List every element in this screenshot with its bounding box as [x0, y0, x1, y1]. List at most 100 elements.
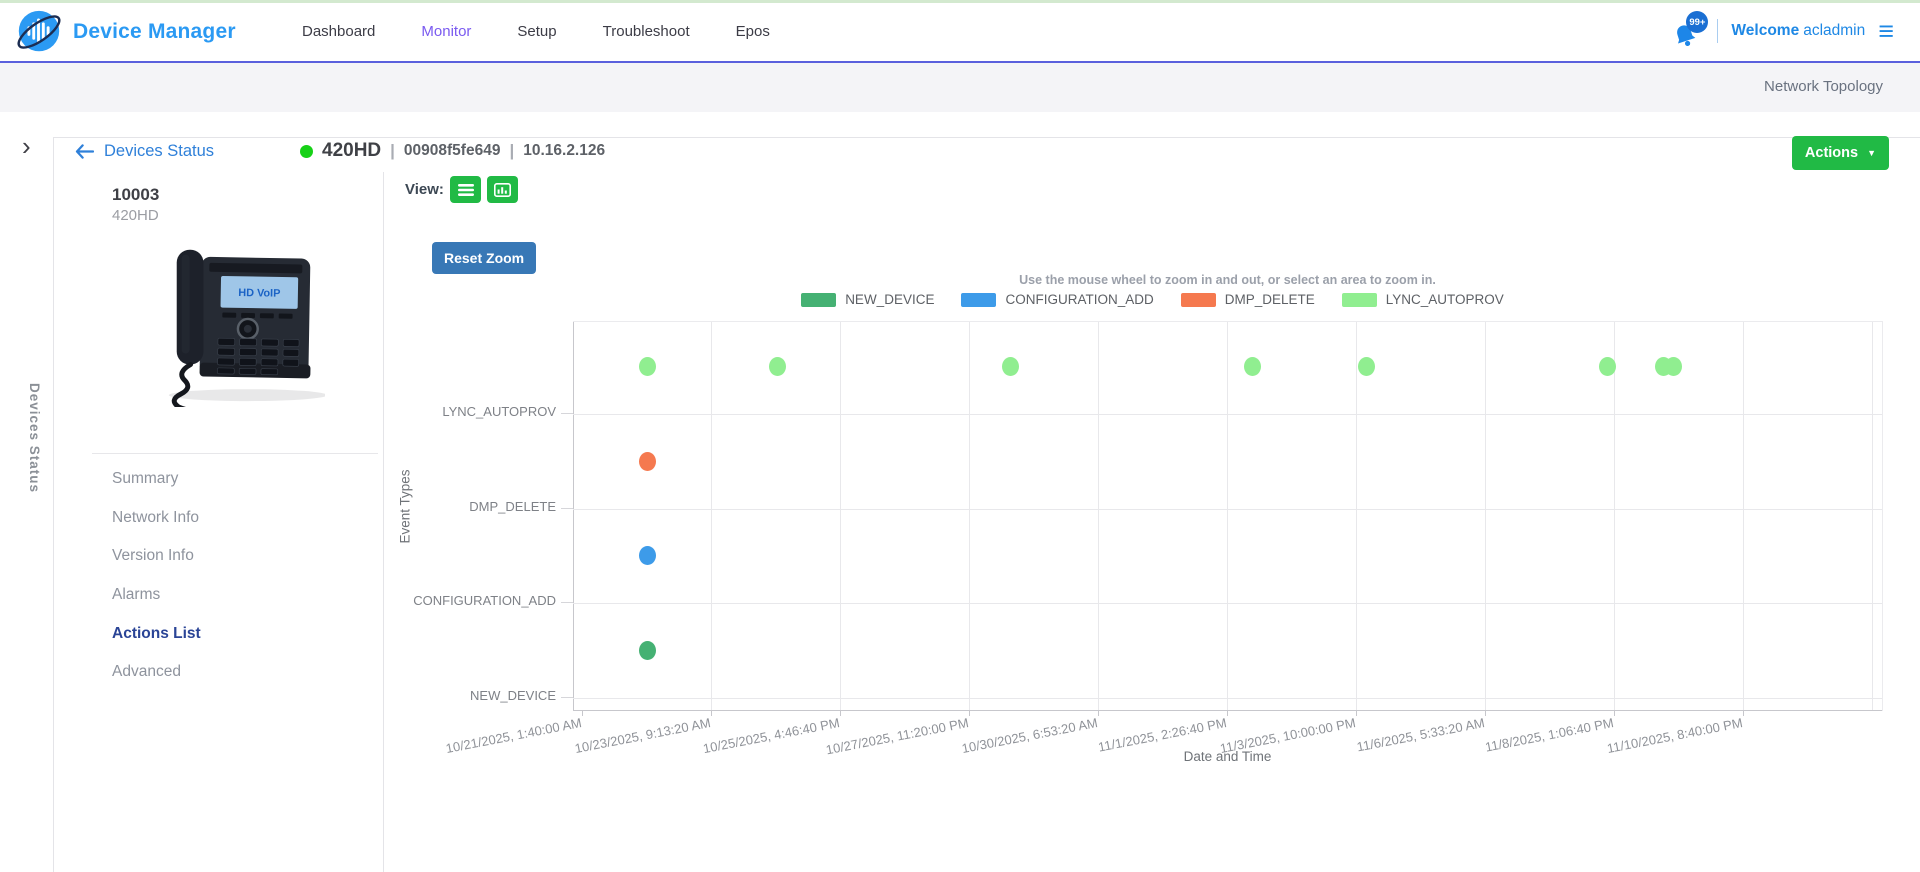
y-tick-mark — [561, 508, 573, 509]
x-tick-label: 11/10/2025, 8:40:00 PM — [1515, 715, 1744, 774]
nav-item-dashboard[interactable]: Dashboard — [302, 23, 375, 40]
legend-label: NEW_DEVICE — [845, 292, 934, 307]
menu-item-network-info[interactable]: Network Info — [112, 509, 199, 527]
nav-divider — [1717, 19, 1718, 43]
data-point-new_device[interactable] — [639, 641, 656, 660]
x-tick-label: 10/25/2025, 4:46:40 PM — [612, 715, 841, 774]
user-menu[interactable]: Welcomeacladmin — [1731, 22, 1865, 40]
brand[interactable]: Device Manager — [14, 7, 236, 57]
x-tick-label: 10/30/2025, 6:53:20 AM — [870, 715, 1099, 774]
notification-count-badge: 99+ — [1686, 11, 1708, 33]
vertical-gridline — [1356, 322, 1357, 710]
x-tick-label: 11/3/2025, 10:00:00 PM — [1128, 715, 1357, 774]
nav-item-troubleshoot[interactable]: Troubleshoot — [603, 23, 690, 40]
view-list-button[interactable] — [450, 176, 481, 203]
navbar: Device Manager Dashboard Monitor Setup T… — [0, 3, 1920, 63]
legend-label: LYNC_AUTOPROV — [1386, 292, 1504, 307]
title-separator: | — [390, 141, 395, 161]
nav-item-epos[interactable]: Epos — [736, 23, 770, 40]
x-tick-label: 11/6/2025, 5:33:20 AM — [1257, 715, 1486, 774]
x-tick-mark — [1485, 711, 1486, 716]
list-view-icon — [458, 183, 474, 197]
device-ip: 10.16.2.126 — [523, 142, 605, 160]
back-to-devices-status-link[interactable]: Devices Status — [75, 142, 214, 161]
reset-zoom-button[interactable]: Reset Zoom — [432, 242, 536, 274]
welcome-label: Welcome — [1731, 22, 1799, 39]
device-photo: HD VoIP — [160, 224, 325, 407]
nav-right-cluster: 99+ Welcomeacladmin ≡ — [1672, 3, 1894, 59]
device-model: 420HD — [112, 207, 159, 224]
brand-name: Device Manager — [73, 20, 236, 44]
data-point-lync_autoprov[interactable] — [1665, 357, 1682, 376]
horizontal-gridline — [573, 509, 1882, 510]
x-tick-mark — [969, 711, 970, 716]
vertical-gridline — [1614, 322, 1615, 710]
x-tick-mark — [1227, 711, 1228, 716]
data-point-lync_autoprov[interactable] — [769, 357, 786, 376]
x-tick-mark — [582, 711, 583, 716]
y-tick-mark — [561, 413, 573, 414]
legend-item[interactable]: LYNC_AUTOPROV — [1342, 292, 1504, 307]
menu-item-alarms[interactable]: Alarms — [112, 586, 160, 604]
nav-links: Dashboard Monitor Setup Troubleshoot Epo… — [302, 3, 770, 59]
data-point-lync_autoprov[interactable] — [1599, 357, 1616, 376]
view-chart-button[interactable] — [487, 176, 518, 203]
legend-item[interactable]: CONFIGURATION_ADD — [961, 292, 1153, 307]
plot-area[interactable] — [573, 321, 1883, 711]
x-tick-label: 11/8/2025, 1:06:40 PM — [1386, 715, 1615, 774]
data-point-lync_autoprov[interactable] — [1002, 357, 1019, 376]
view-label: View: — [405, 181, 444, 198]
content-top-border — [53, 137, 1920, 138]
legend-swatch — [1342, 293, 1377, 307]
menu-item-actions-list[interactable]: Actions List — [112, 625, 201, 643]
username: acladmin — [1803, 22, 1865, 39]
actions-button-label: Actions — [1805, 145, 1858, 161]
menu-item-summary[interactable]: Summary — [112, 470, 178, 488]
x-tick-mark — [1356, 711, 1357, 716]
menu-item-advanced[interactable]: Advanced — [112, 663, 181, 681]
caret-down-icon: ▼ — [1867, 149, 1876, 158]
hamburger-menu-icon[interactable]: ≡ — [1878, 18, 1894, 45]
device-id: 10003 — [112, 185, 159, 205]
panel-divider — [92, 453, 378, 454]
phone-screen-text: HD VoIP — [238, 287, 280, 300]
x-tick-label: 10/23/2025, 9:13:20 AM — [483, 715, 712, 774]
legend-swatch — [801, 293, 836, 307]
nav-item-monitor[interactable]: Monitor — [421, 23, 471, 40]
vertical-gridline — [1227, 322, 1228, 710]
network-topology-link[interactable]: Network Topology — [1764, 78, 1883, 95]
x-tick-mark — [1098, 711, 1099, 716]
data-point-configuration_add[interactable] — [639, 546, 656, 565]
menu-item-version-info[interactable]: Version Info — [112, 547, 194, 565]
legend-item[interactable]: DMP_DELETE — [1181, 292, 1315, 307]
actions-dropdown-button[interactable]: Actions ▼ — [1792, 136, 1889, 170]
y-tick-mark — [561, 697, 573, 698]
page: Device Manager Dashboard Monitor Setup T… — [0, 0, 1920, 872]
device-mac: 00908f5fe649 — [404, 142, 501, 160]
vertical-gridline — [969, 322, 970, 710]
expand-rail-chevron-icon[interactable]: › — [22, 133, 31, 159]
device-title: 420HD — [322, 140, 381, 162]
x-tick-mark — [711, 711, 712, 716]
x-tick-mark — [1743, 711, 1744, 716]
vertical-gridline — [1098, 322, 1099, 710]
back-link-label: Devices Status — [104, 142, 214, 161]
legend-label: CONFIGURATION_ADD — [1005, 292, 1153, 307]
data-point-lync_autoprov[interactable] — [1358, 357, 1375, 376]
nav-item-setup[interactable]: Setup — [517, 23, 556, 40]
notifications-button[interactable]: 99+ — [1672, 13, 1704, 49]
x-tick-mark — [1614, 711, 1615, 716]
vertical-gridline — [711, 322, 712, 710]
secondary-bar: Network Topology — [0, 63, 1920, 112]
x-tick-label: 11/1/2025, 2:26:40 PM — [999, 715, 1228, 774]
back-arrow-icon — [75, 144, 94, 159]
data-point-dmp_delete[interactable] — [639, 452, 656, 471]
legend-item[interactable]: NEW_DEVICE — [801, 292, 934, 307]
legend-label: DMP_DELETE — [1225, 292, 1315, 307]
title-separator: | — [509, 141, 514, 161]
page-title: 420HD | 00908f5fe649 | 10.16.2.126 — [300, 140, 605, 162]
zoom-hint-text: Use the mouse wheel to zoom in and out, … — [573, 273, 1882, 287]
data-point-lync_autoprov[interactable] — [639, 357, 656, 376]
vertical-gridline — [840, 322, 841, 710]
data-point-lync_autoprov[interactable] — [1244, 357, 1261, 376]
